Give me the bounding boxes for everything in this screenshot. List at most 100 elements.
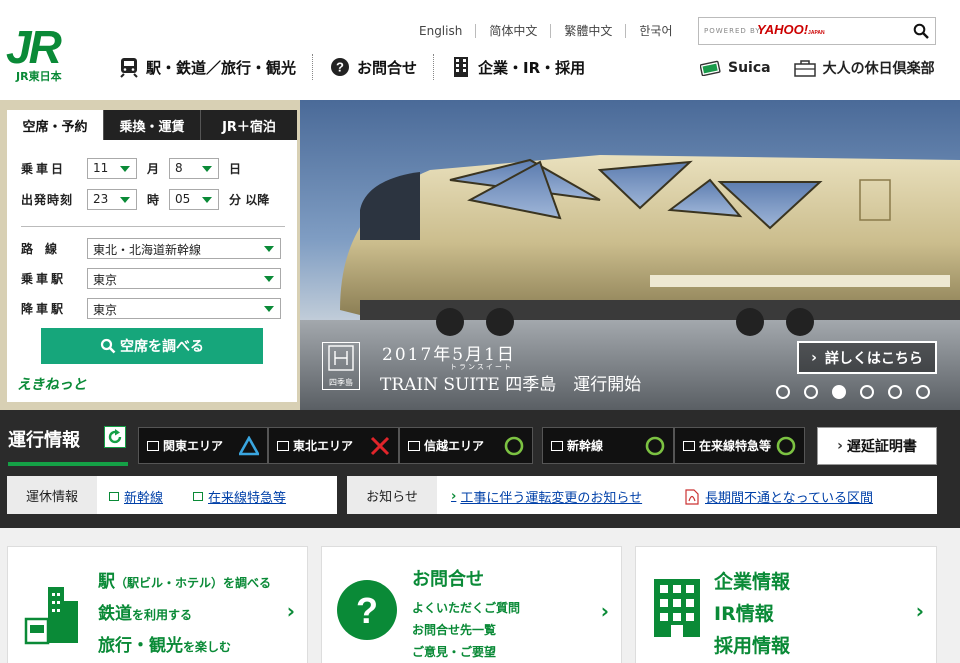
date-label: 乗車日 [21, 162, 67, 176]
slide-dot-4[interactable] [860, 385, 874, 399]
form-divider [21, 226, 285, 227]
month-select[interactable]: 11 [87, 158, 137, 179]
card1-line-1: 駅（駅ビル・ホテル）を調べる [98, 572, 272, 592]
area-kanto-label: 関東エリア [163, 439, 224, 453]
slide-dot-3[interactable] [832, 385, 846, 399]
normal-circle-icon [645, 436, 665, 456]
chevron-right-icon: › [915, 599, 924, 623]
card-corporate[interactable]: 企業情報 IR情報 採用情報 › [635, 546, 937, 663]
day-select[interactable]: 8 [169, 158, 220, 179]
window-icon [683, 440, 695, 451]
chevron-right-icon: › [286, 599, 295, 623]
search-icon[interactable] [913, 23, 929, 39]
minute-select[interactable]: 05 [169, 189, 220, 210]
nav-corporate[interactable]: 企業・IR・採用 [450, 56, 585, 78]
card3-item-1: 企業情報 [714, 571, 791, 593]
line-row: 路 線 東北・北海道新幹線 [21, 238, 281, 259]
svg-text:?: ? [336, 60, 344, 75]
refresh-icon [108, 429, 122, 444]
nav-suica-label: Suica [728, 60, 771, 76]
nav-divider [312, 54, 314, 80]
hour-select[interactable]: 23 [87, 189, 137, 210]
time-label: 出発時刻 [21, 193, 74, 207]
line-select[interactable]: 東北・北海道新幹線 [87, 238, 281, 259]
card2-title: お問合せ [412, 569, 484, 590]
language-links: English 简体中文 繁體中文 한국어 [406, 24, 686, 38]
ekinet-logo[interactable]: えきねっと [17, 374, 87, 394]
delay-certificate-button[interactable]: › 遅延証明書 [817, 427, 937, 465]
chevron-right-icon: › [837, 438, 843, 454]
nav-otona-club[interactable]: 大人の休日倶楽部 [793, 58, 935, 78]
tab-transfer-fare[interactable]: 乗換・運賃 [103, 110, 200, 140]
briefcase-icon [793, 60, 816, 77]
window-icon [147, 440, 159, 451]
slide-dot-5[interactable] [888, 385, 902, 399]
chevron-down-icon [264, 246, 274, 252]
notice-info: お知らせ › 工事に伴う運転変更のお知らせ 長期間不通となっている区間 [347, 476, 937, 514]
refresh-button[interactable] [104, 426, 126, 448]
to-label: 降車駅 [21, 302, 67, 316]
slide-dot-6[interactable] [916, 385, 930, 399]
chevron-down-icon [120, 166, 130, 172]
slide-dot-2[interactable] [804, 385, 818, 399]
pdf-icon [685, 488, 699, 505]
lang-english[interactable]: English [406, 24, 475, 38]
area-tohoku[interactable]: 東北エリア [268, 427, 399, 464]
tab-seat-reservation[interactable]: 空席・予約 [7, 110, 103, 140]
detail-button[interactable]: › 詳しくはこちら [797, 341, 937, 374]
area-kanto[interactable]: 関東エリア [138, 427, 268, 464]
nav-suica[interactable]: Suica [700, 60, 771, 76]
lang-simplified-chinese[interactable]: 简体中文 [475, 24, 550, 38]
seat-search-button[interactable]: 空席を調べる [41, 328, 263, 364]
lang-traditional-chinese[interactable]: 繁體中文 [550, 24, 625, 38]
yahoo-logo: YAHOO!JAPAN [757, 22, 825, 37]
search-input[interactable]: POWERED BY YAHOO!JAPAN [698, 17, 936, 45]
nav-contact[interactable]: ? お問合せ [329, 56, 417, 78]
lang-korean[interactable]: 한국어 [625, 24, 685, 38]
to-station-select[interactable]: 東京 [87, 298, 281, 319]
notice-link-construction[interactable]: › 工事に伴う運転変更のお知らせ [451, 487, 642, 506]
to-row: 降車駅 東京 [21, 298, 281, 319]
city-building-icon [24, 587, 78, 645]
card3-item-3: 採用情報 [714, 635, 791, 657]
card-station-railway-travel[interactable]: 駅（駅ビル・ホテル）を調べる 鉄道を利用する 旅行・観光を楽しむ › [7, 546, 308, 663]
suspension-link-shinkansen[interactable]: 新幹線 [109, 487, 163, 506]
nav-railway-travel[interactable]: 駅・鉄道／旅行・観光 [118, 56, 296, 78]
shikishima-emblem-icon [328, 345, 354, 371]
suspension-link-limited-express[interactable]: 在来線特急等 [193, 487, 286, 506]
area-shinkansen[interactable]: 新幹線 [542, 427, 674, 464]
card2-item-3: ご意見・ご要望 [412, 645, 497, 659]
card-contact[interactable]: ? お問合せ よくいただくご質問 お問合せ先一覧 ご意見・ご要望 › [321, 546, 622, 663]
shikishima-emblem: 四季島 [322, 342, 360, 390]
chevron-down-icon [264, 306, 274, 312]
normal-circle-icon [776, 436, 796, 456]
from-station-select[interactable]: 東京 [87, 268, 281, 289]
notice-label: お知らせ [347, 476, 437, 514]
question-icon: ? [329, 56, 351, 78]
chevron-right-icon: › [811, 349, 817, 366]
train-icon [118, 56, 140, 78]
day-unit: 日 [229, 162, 242, 176]
date-row: 乗車日 11 月 8 日 [21, 158, 251, 179]
chevron-down-icon [120, 197, 130, 203]
card1-line-2: 鉄道を利用する [98, 604, 193, 624]
jr-east-logo[interactable]: JR JR東日本 [6, 24, 84, 83]
nav-contact-label: お問合せ [357, 58, 418, 77]
window-icon [408, 440, 420, 451]
month-unit: 月 [147, 162, 160, 176]
area-limited-express[interactable]: 在来線特急等 [674, 427, 805, 464]
area-shinetsu[interactable]: 信越エリア [399, 427, 533, 464]
question-circle-icon: ? [337, 580, 397, 640]
notice-link-long-term-suspension[interactable]: 長期間不通となっている区間 [685, 487, 873, 506]
minute-unit: 分 以降 [229, 193, 270, 207]
slide-dot-1[interactable] [776, 385, 790, 399]
service-status-panel: 運行情報 関東エリア 東北エリア 信越エリア 新幹線 在来線特急等 › 遅延証明… [0, 410, 960, 528]
booking-tabs: 空席・予約 乗換・運賃 JR＋宿泊 [7, 110, 297, 140]
tab-jr-hotel[interactable]: JR＋宿泊 [200, 110, 297, 140]
main-nav: 駅・鉄道／旅行・観光 ? お問合せ 企業・IR・採用 [118, 54, 585, 80]
card1-line-3: 旅行・観光を楽しむ [98, 636, 232, 656]
svg-text:?: ? [356, 590, 378, 631]
normal-circle-icon [504, 436, 524, 456]
slide-indicators [776, 385, 930, 399]
seat-search-label: 空席を調べる [120, 339, 204, 355]
